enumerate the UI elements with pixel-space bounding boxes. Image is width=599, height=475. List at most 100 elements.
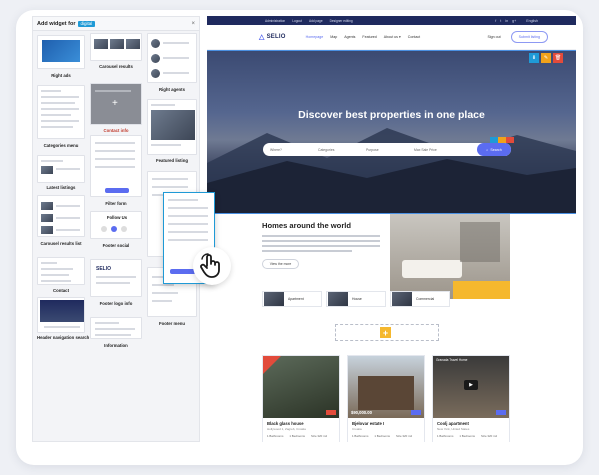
mountain-illustration bbox=[207, 128, 576, 213]
property-meta: 1 Bathrooms 1 Bedrooms Size 320 m2 bbox=[263, 431, 339, 441]
submit-listing-button[interactable]: Submit listing bbox=[510, 31, 548, 43]
hero-title: Discover best properties in one place bbox=[298, 109, 485, 121]
widget-label: Footer social bbox=[102, 243, 130, 248]
site-logo[interactable]: △ SELIO bbox=[259, 33, 286, 41]
widget-label: Right agents bbox=[158, 87, 186, 92]
text-line bbox=[262, 245, 380, 247]
widget-carousel-list[interactable] bbox=[37, 195, 85, 237]
nav-agents[interactable]: Agents bbox=[344, 35, 355, 39]
widget-label: Footer menu bbox=[158, 321, 186, 326]
move-icon[interactable]: ⬇ bbox=[529, 53, 539, 63]
widget-header-navigation[interactable] bbox=[37, 297, 85, 333]
widget-right-agents[interactable] bbox=[147, 33, 197, 83]
search-bar: Where? Categories Purpose Max Sale Price… bbox=[263, 143, 511, 156]
nav-contact[interactable]: Contact bbox=[408, 35, 420, 39]
widget-label: Information bbox=[104, 343, 128, 348]
widget-latest-listings[interactable] bbox=[37, 155, 85, 183]
widget-follow-us[interactable]: Follow Us bbox=[90, 211, 142, 239]
widget-filter-form[interactable] bbox=[90, 135, 142, 197]
property-card[interactable]: Black glass house Hollywood 1, Zagreb, C… bbox=[262, 355, 340, 442]
widget-label: Featured listing bbox=[156, 158, 188, 163]
topbar-designer-editing[interactable]: Designer editing bbox=[330, 19, 353, 23]
topbar-administration[interactable]: Administration bbox=[265, 19, 285, 23]
category-label: Commercial bbox=[416, 297, 435, 301]
facebook-icon[interactable]: f bbox=[495, 19, 496, 23]
nav-featured[interactable]: Featured bbox=[362, 35, 376, 39]
widget-right-ads[interactable] bbox=[37, 35, 85, 69]
logo-icon: △ bbox=[259, 34, 265, 41]
widget-label: Latest listings bbox=[46, 185, 76, 190]
topbar-add-page[interactable]: Add page bbox=[309, 19, 323, 23]
linkedin-icon[interactable]: in bbox=[505, 19, 508, 23]
widget-contact-info[interactable]: + bbox=[90, 83, 142, 125]
main-navbar: △ SELIO Homepage Map Agents Featured Abo… bbox=[207, 25, 576, 50]
widget-label: Carousel results list bbox=[40, 241, 82, 246]
text-line bbox=[262, 235, 380, 237]
search-icon: ⌕ bbox=[486, 147, 489, 152]
widget-carousel-results[interactable] bbox=[90, 33, 142, 61]
homes-section-title: Homes around the world bbox=[262, 221, 352, 230]
edit-icon[interactable]: ✎ bbox=[541, 53, 551, 63]
category-image bbox=[264, 292, 284, 306]
text-line bbox=[262, 240, 380, 242]
language-selector[interactable]: English bbox=[526, 19, 538, 23]
admin-topbar: Administration Logout Add page Designer … bbox=[207, 16, 576, 25]
add-widget-button[interactable]: + bbox=[380, 327, 391, 338]
search-button[interactable]: ⌕ Search bbox=[477, 143, 511, 156]
sign-out-link[interactable]: Sign out bbox=[487, 35, 500, 39]
property-bathrooms: 1 Bathrooms bbox=[267, 434, 284, 438]
widget-featured-listing[interactable] bbox=[147, 99, 197, 155]
category-label: Apartment bbox=[288, 297, 304, 301]
widget-label: Right ads bbox=[51, 73, 71, 78]
widget-label: Contact bbox=[53, 288, 69, 293]
widget-footer-logo-info[interactable]: SELIO bbox=[90, 259, 142, 297]
widget-label: Carousel results bbox=[99, 64, 133, 69]
follow-us-label: Follow Us bbox=[106, 215, 128, 220]
property-bedrooms: 1 Bedrooms bbox=[459, 434, 475, 438]
widget-label: Filter form bbox=[105, 201, 127, 206]
nav-homepage[interactable]: Homepage bbox=[306, 35, 324, 39]
yellow-accent-block bbox=[453, 281, 510, 299]
property-image: $90,000.00 bbox=[348, 356, 424, 418]
widget-panel-badge: digital bbox=[77, 20, 96, 27]
search-categories-select[interactable]: Categories bbox=[318, 148, 366, 152]
property-size: Size 320 m2 bbox=[480, 434, 498, 438]
delete-icon[interactable] bbox=[506, 137, 514, 143]
property-bedrooms: 1 Bedrooms bbox=[289, 434, 305, 438]
property-bathrooms: 1 Bathrooms bbox=[352, 434, 369, 438]
category-house[interactable]: House bbox=[326, 291, 386, 307]
property-meta: 1 Bathrooms 1 Bedrooms Size 320 m2 bbox=[433, 431, 509, 441]
property-video[interactable]: Granada Travel Home ▶ bbox=[433, 356, 509, 418]
nav-menu: Homepage Map Agents Featured About us ▾ … bbox=[306, 35, 421, 39]
twitter-icon[interactable]: t bbox=[500, 19, 501, 23]
play-icon[interactable]: ▶ bbox=[464, 380, 478, 390]
move-icon[interactable] bbox=[490, 137, 498, 143]
view-more-button[interactable]: View the more bbox=[262, 259, 299, 269]
property-name: Coolj apartment bbox=[437, 421, 469, 426]
property-card[interactable]: $90,000.00 Bjelovar estate I Croatia 1 B… bbox=[347, 355, 425, 442]
category-label: House bbox=[352, 297, 362, 301]
search-where-field[interactable]: Where? bbox=[270, 148, 318, 152]
close-icon[interactable]: × bbox=[191, 21, 195, 27]
search-purpose-select[interactable]: Purpose bbox=[366, 148, 414, 152]
edit-icon[interactable] bbox=[498, 137, 506, 143]
widget-categories-menu[interactable] bbox=[37, 85, 85, 139]
property-name: Bjelovar estate I bbox=[352, 421, 385, 426]
property-image bbox=[263, 356, 339, 418]
nav-map[interactable]: Map bbox=[330, 35, 337, 39]
category-commercial[interactable]: Commercial bbox=[390, 291, 450, 307]
social-icon bbox=[121, 226, 127, 232]
property-card[interactable]: Granada Travel Home ▶ Coolj apartment Ne… bbox=[432, 355, 510, 442]
topbar-logout[interactable]: Logout bbox=[292, 19, 302, 23]
widget-contact[interactable] bbox=[37, 257, 85, 285]
category-apartment[interactable]: Apartment bbox=[262, 291, 322, 307]
search-price-select[interactable]: Max Sale Price bbox=[414, 148, 462, 152]
hand-cursor-icon bbox=[193, 247, 231, 285]
property-name: Black glass house bbox=[267, 421, 304, 426]
nav-about-us[interactable]: About us ▾ bbox=[384, 35, 401, 39]
widget-panel-title: Add widget for bbox=[37, 20, 76, 27]
widget-information[interactable] bbox=[90, 317, 142, 339]
delete-icon[interactable]: 🗑 bbox=[553, 53, 563, 63]
google-plus-icon[interactable]: g+ bbox=[512, 19, 516, 23]
hero-section[interactable]: ⬇ ✎ 🗑 Discover best properties in one pl… bbox=[207, 50, 576, 214]
